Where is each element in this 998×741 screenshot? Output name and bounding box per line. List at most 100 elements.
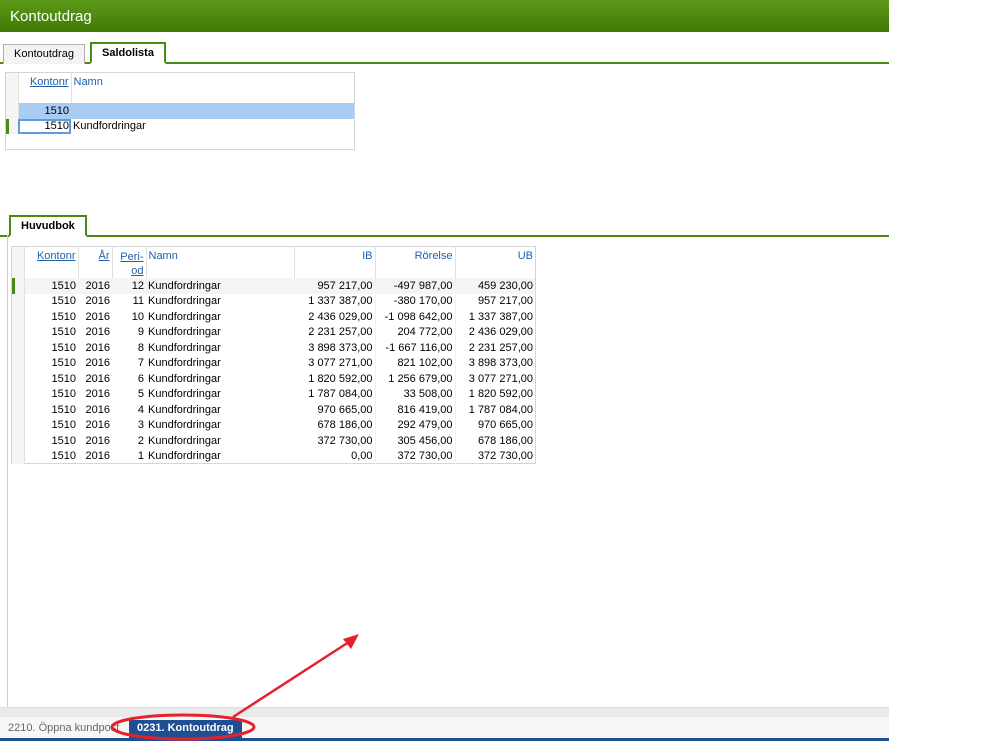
table-row[interactable]: 1510: [6, 103, 354, 119]
cell-ar[interactable]: 2016: [78, 325, 112, 341]
cell-ib[interactable]: 678 186,00: [294, 417, 376, 433]
status-item-oppna-kundpost[interactable]: 2210. Öppna kundpost: [8, 722, 119, 734]
cell-rorelse[interactable]: 33 508,00: [375, 386, 456, 402]
cell-kontonr[interactable]: 1510: [24, 356, 78, 372]
cell-period[interactable]: 7: [112, 356, 146, 372]
cell-ub[interactable]: 2 231 257,00: [455, 340, 535, 356]
cell-ub[interactable]: 372 730,00: [455, 449, 535, 465]
cell-period[interactable]: 12: [112, 278, 146, 294]
row-selector[interactable]: [12, 386, 25, 402]
cell-namn[interactable]: Kundfordringar: [146, 325, 294, 341]
table-row[interactable]: 1510 2016 4 Kundfordringar 970 665,00 816 419…: [12, 402, 535, 418]
table-row[interactable]: 1510 2016 8 Kundfordringar 3 898 373,00 -1 66…: [12, 340, 535, 356]
column-header-ar[interactable]: År: [78, 247, 113, 278]
cell-namn[interactable]: Kundfordringar: [146, 340, 294, 356]
table-row[interactable]: 1510 2016 11 Kundfordringar 1 337 387,00 -380…: [12, 293, 535, 310]
cell-ar[interactable]: 2016: [78, 387, 112, 403]
tab-saldolista[interactable]: Saldolista: [90, 42, 166, 64]
column-header-kontonr[interactable]: Kontonr: [24, 247, 79, 278]
cell-kontonr[interactable]: 1510: [24, 371, 78, 387]
cell-kontonr[interactable]: 1510: [24, 449, 78, 465]
row-selector[interactable]: [12, 278, 25, 294]
row-selector[interactable]: [12, 324, 25, 340]
table-row[interactable]: 1510 2016 6 Kundfordringar 1 820 592,00 1 256…: [12, 371, 535, 387]
cell-ar[interactable]: 2016: [78, 294, 112, 310]
cell-ar[interactable]: 2016: [78, 278, 112, 294]
cell-kontonr[interactable]: 1510: [24, 433, 78, 449]
cell-namn[interactable]: Kundfordringar: [71, 119, 354, 135]
cell-ar[interactable]: 2016: [78, 340, 112, 356]
cell-kontonr[interactable]: 1510: [24, 278, 78, 294]
cell-ib[interactable]: 1 820 592,00: [294, 371, 376, 387]
row-selector[interactable]: [12, 433, 25, 449]
row-selector[interactable]: [12, 355, 25, 371]
cell-ib[interactable]: 1 337 387,00: [294, 293, 376, 309]
column-header-period[interactable]: Peri-od: [112, 247, 147, 278]
cell-namn[interactable]: Kundfordringar: [146, 294, 294, 310]
row-selector[interactable]: [6, 118, 19, 134]
cell-ib[interactable]: 2 231 257,00: [294, 324, 376, 340]
cell-ar[interactable]: 2016: [78, 356, 112, 372]
column-header-rorelse[interactable]: Rörelse: [375, 247, 456, 278]
cell-ib[interactable]: 970 665,00: [294, 402, 376, 418]
cell-rorelse[interactable]: -1 098 642,00: [375, 309, 456, 325]
cell-ar[interactable]: 2016: [78, 449, 112, 465]
column-header-kontonr[interactable]: Kontonr: [18, 73, 72, 103]
cell-period[interactable]: 10: [112, 309, 146, 325]
row-selector[interactable]: [12, 309, 25, 325]
cell-ub[interactable]: 970 665,00: [455, 418, 535, 434]
cell-namn[interactable]: [71, 103, 354, 119]
cell-ib[interactable]: 372 730,00: [294, 433, 376, 449]
cell-kontonr[interactable]: 1510: [24, 402, 78, 418]
cell-ub[interactable]: 1 337 387,00: [455, 309, 535, 325]
cell-namn[interactable]: Kundfordringar: [146, 449, 294, 465]
cell-namn[interactable]: Kundfordringar: [146, 278, 294, 294]
cell-kontonr[interactable]: 1510: [24, 309, 78, 325]
table-row[interactable]: 1510 Kundfordringar: [6, 118, 354, 135]
cell-ib[interactable]: 0,00: [294, 448, 376, 464]
cell-ub[interactable]: 3 898 373,00: [455, 356, 535, 372]
cell-ar[interactable]: 2016: [78, 418, 112, 434]
cell-period[interactable]: 3: [112, 418, 146, 434]
cell-ub[interactable]: 1 787 084,00: [455, 402, 535, 418]
cell-ub[interactable]: 3 077 271,00: [455, 371, 535, 387]
table-row[interactable]: 1510 2016 5 Kundfordringar 1 787 084,00 33 50…: [12, 386, 535, 403]
cell-ub[interactable]: 957 217,00: [455, 294, 535, 310]
cell-period[interactable]: 5: [112, 387, 146, 403]
cell-rorelse[interactable]: 372 730,00: [375, 448, 456, 464]
row-selector[interactable]: [6, 103, 19, 119]
column-header-ib[interactable]: IB: [294, 247, 376, 278]
cell-kontonr[interactable]: 1510: [18, 103, 71, 119]
cell-namn[interactable]: Kundfordringar: [146, 309, 294, 325]
cell-period[interactable]: 4: [112, 402, 146, 418]
cell-ib[interactable]: 3 077 271,00: [294, 355, 376, 371]
cell-ib[interactable]: 2 436 029,00: [294, 309, 376, 325]
row-selector[interactable]: [12, 293, 25, 309]
cell-period[interactable]: 2: [112, 433, 146, 449]
column-header-namn[interactable]: Namn: [146, 247, 295, 278]
cell-rorelse[interactable]: 292 479,00: [375, 417, 456, 433]
cell-period[interactable]: 9: [112, 325, 146, 341]
cell-rorelse[interactable]: 821 102,00: [375, 355, 456, 371]
cell-namn[interactable]: Kundfordringar: [146, 402, 294, 418]
column-header-ub[interactable]: UB: [455, 247, 535, 278]
status-item-kontoutdrag[interactable]: 0231. Kontoutdrag: [129, 720, 242, 738]
cell-rorelse[interactable]: -380 170,00: [375, 293, 456, 309]
table-row[interactable]: 1510 2016 12 Kundfordringar 957 217,00 -497 9…: [12, 278, 535, 294]
row-selector[interactable]: [12, 448, 25, 464]
tab-kontoutdrag[interactable]: Kontoutdrag: [3, 44, 85, 64]
cell-ub[interactable]: 678 186,00: [455, 433, 535, 449]
cell-ub[interactable]: 459 230,00: [455, 278, 535, 294]
cell-rorelse[interactable]: 1 256 679,00: [375, 371, 456, 387]
table-row[interactable]: 1510 2016 7 Kundfordringar 3 077 271,00 821 1…: [12, 355, 535, 372]
cell-ub[interactable]: 2 436 029,00: [455, 325, 535, 341]
cell-ar[interactable]: 2016: [78, 371, 112, 387]
cell-namn[interactable]: Kundfordringar: [146, 371, 294, 387]
cell-ib[interactable]: 3 898 373,00: [294, 340, 376, 356]
cell-rorelse[interactable]: 204 772,00: [375, 324, 456, 340]
cell-rorelse[interactable]: -497 987,00: [375, 278, 456, 294]
table-row[interactable]: 1510 2016 3 Kundfordringar 678 186,00 292 479…: [12, 417, 535, 434]
column-header-namn[interactable]: Namn: [71, 73, 354, 103]
table-row[interactable]: 1510 2016 9 Kundfordringar 2 231 257,00 204 7…: [12, 324, 535, 341]
cell-kontonr[interactable]: 1510: [24, 294, 78, 310]
